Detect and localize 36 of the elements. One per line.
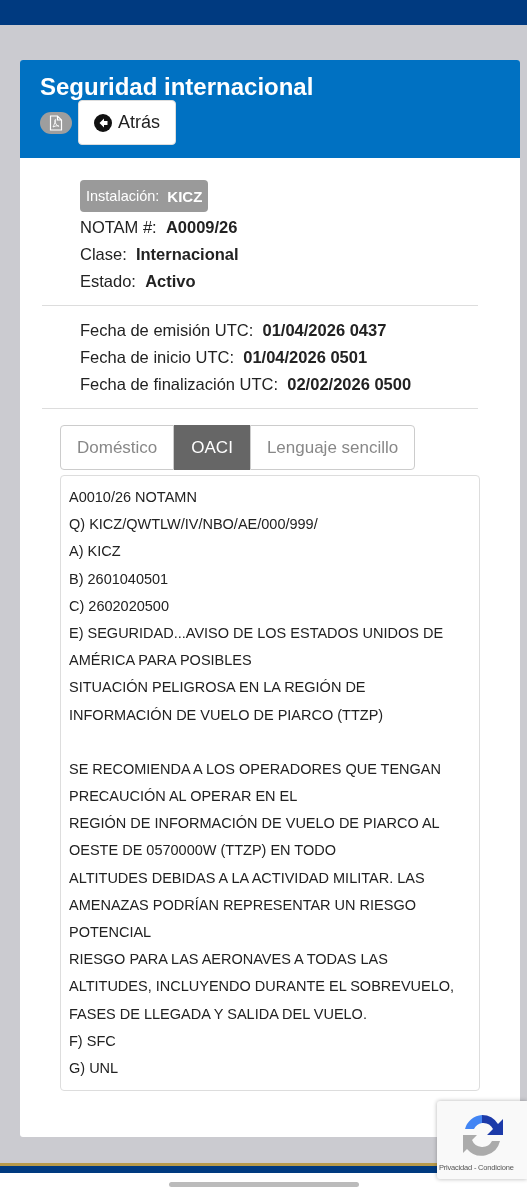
notam-line: SE RECOMIENDA A LOS OPERADORES QUE TENGAN bbox=[69, 759, 442, 779]
notam-line: A0010/26 NOTAMN bbox=[69, 488, 198, 507]
date-row-text: Fecha de inicio UTC: 01/04/2026 0501 bbox=[80, 347, 369, 368]
notam-line: G) UNL bbox=[69, 1059, 120, 1079]
notam-line: ALTITUDES, INCLUYENDO DURANTE EL SOBREVUELO, bbox=[69, 977, 456, 997]
notam-line: INFORMACIÓN DE VUELO DE PIARCO (TTZP) bbox=[69, 705, 385, 725]
notam-line: FASES DE LLEGADA Y SALIDA DEL VUELO. bbox=[69, 1004, 368, 1024]
field-row-text: Estado: Activo bbox=[80, 271, 197, 292]
notam-line: AMÉRICA PARA POSIBLES bbox=[69, 651, 253, 671]
pdf-file-icon bbox=[49, 114, 63, 131]
notam-line: A) KICZ bbox=[69, 542, 122, 562]
arrow-left-circle-icon bbox=[94, 113, 112, 132]
notam-line: AMENAZAS PODRÍAN REPRESENTAR UN RIESGO bbox=[69, 895, 417, 915]
pdf-button[interactable] bbox=[40, 111, 72, 134]
notam-line: RIESGO PARA LAS AERONAVES A TODAS LAS bbox=[69, 950, 389, 970]
notam-line: E) SEGURIDAD...AVISO DE LOS ESTADOS UNIDOS DE bbox=[69, 624, 445, 643]
notam-line: F) SFC bbox=[69, 1031, 117, 1051]
notam-line: B) 2601040501 bbox=[69, 569, 170, 589]
tab[interactable]: OACI bbox=[174, 425, 250, 470]
notam-line: Q) KICZ/QWTLW/IV/NBO/AE/000/999/ bbox=[69, 515, 319, 535]
card-title: Seguridad internacional bbox=[40, 72, 315, 102]
field-row-text: NOTAM #: A0009/26 bbox=[80, 217, 239, 238]
facility-badge: Instalación: KICZ bbox=[80, 180, 209, 212]
notam-line: ALTITUDES DEBIDAS A LA ACTIVIDAD MILITAR. LAS bbox=[69, 868, 426, 888]
notam-line: REGIÓN DE INFORMACIÓN DE VUELO DE PIARCO AL bbox=[69, 814, 441, 834]
tab[interactable]: Lenguaje sencillo bbox=[249, 425, 416, 470]
date-row-text: Fecha de finalización UTC: 02/02/2026 0500 bbox=[80, 374, 413, 395]
notam-line: OESTE DE 0570000W (TTZP) EN TODO bbox=[69, 841, 337, 861]
tab[interactable]: Doméstico bbox=[60, 425, 175, 470]
back-button[interactable]: Atrás bbox=[78, 100, 176, 145]
date-row-text: Fecha de emisión UTC: 01/04/2026 0437 bbox=[80, 320, 388, 341]
notam-line: C) 2602020500 bbox=[69, 596, 170, 616]
notam-line: POTENCIAL bbox=[69, 923, 153, 943]
field-row-text: Clase: Internacional bbox=[80, 244, 240, 265]
notam-line: SITUACIÓN PELIGROSA EN LA REGIÓN DE bbox=[69, 678, 367, 698]
notam-line: PRECAUCIÓN AL OPERAR EN EL bbox=[69, 787, 299, 807]
